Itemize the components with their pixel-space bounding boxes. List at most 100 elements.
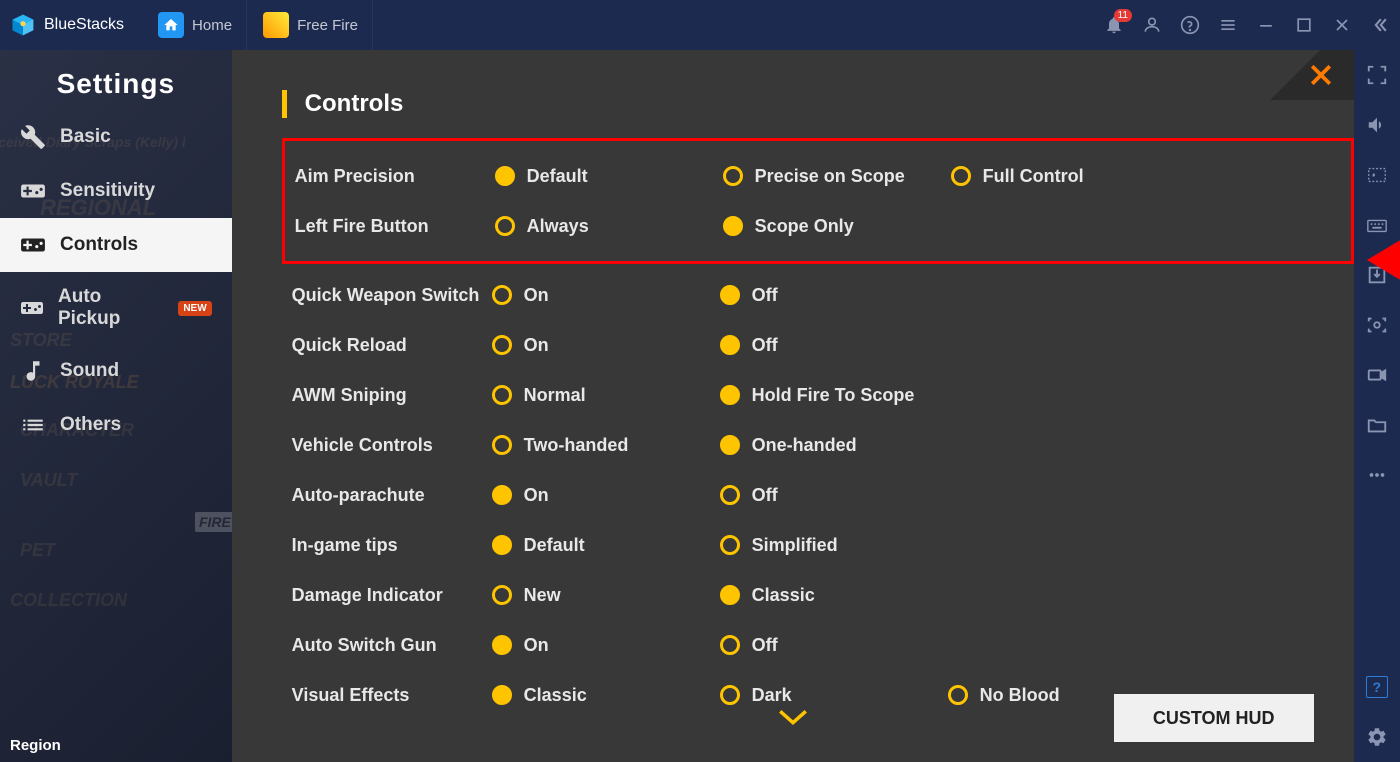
option-label: Always bbox=[527, 216, 589, 237]
list-icon bbox=[20, 412, 46, 438]
settings-rows: Quick Weapon SwitchOnOffQuick ReloadOnOf… bbox=[232, 264, 1354, 720]
sidebar-item-auto-pickup[interactable]: Auto Pickup NEW bbox=[0, 272, 232, 344]
volume-icon[interactable] bbox=[1366, 114, 1388, 136]
radio-option[interactable]: Scope Only bbox=[723, 216, 951, 237]
radio-option[interactable]: Off bbox=[720, 635, 948, 656]
option-label: Classic bbox=[752, 585, 815, 606]
settings-row: Auto Switch GunOn Off bbox=[232, 620, 1354, 670]
record-icon[interactable] bbox=[1366, 364, 1388, 386]
help-box-icon[interactable]: ? bbox=[1366, 676, 1388, 698]
tabs-container: Home Free Fire bbox=[144, 0, 373, 50]
radio-icon bbox=[720, 435, 740, 455]
option-label: Simplified bbox=[752, 535, 838, 556]
option-label: Scope Only bbox=[755, 216, 854, 237]
close-settings-button[interactable] bbox=[1264, 50, 1354, 100]
titlebar: BlueStacks Home Free Fire 11 bbox=[0, 0, 1400, 50]
menu-icon[interactable] bbox=[1218, 15, 1238, 35]
radio-icon bbox=[492, 485, 512, 505]
settings-row: Quick ReloadOnOff bbox=[232, 320, 1354, 370]
radio-icon bbox=[492, 385, 512, 405]
radio-icon bbox=[495, 166, 515, 186]
screenshot-icon[interactable] bbox=[1366, 314, 1388, 336]
gamepad-icon bbox=[20, 295, 44, 321]
radio-option[interactable]: On bbox=[492, 285, 720, 306]
more-icon[interactable] bbox=[1366, 464, 1388, 486]
radio-icon bbox=[720, 485, 740, 505]
row-label: Visual Effects bbox=[292, 685, 492, 706]
row-label: AWM Sniping bbox=[292, 385, 492, 406]
radio-icon bbox=[720, 335, 740, 355]
gear-icon[interactable] bbox=[1366, 726, 1388, 748]
radio-icon bbox=[720, 585, 740, 605]
fullscreen-icon[interactable] bbox=[1366, 64, 1388, 86]
content-panel: Controls Aim Precision Default Precise on … bbox=[232, 50, 1354, 762]
maximize-icon[interactable] bbox=[1294, 15, 1314, 35]
radio-option[interactable]: Normal bbox=[492, 385, 720, 406]
radio-icon bbox=[720, 685, 740, 705]
radio-option[interactable]: Off bbox=[720, 485, 948, 506]
keyboard-icon[interactable] bbox=[1366, 214, 1388, 236]
bell-icon[interactable]: 11 bbox=[1104, 15, 1124, 35]
sidebar-item-controls[interactable]: Controls bbox=[0, 218, 232, 272]
radio-option[interactable]: Simplified bbox=[720, 535, 948, 556]
accent-bar bbox=[282, 90, 287, 118]
tab-free-fire[interactable]: Free Fire bbox=[249, 0, 373, 50]
radio-option[interactable]: Always bbox=[495, 216, 723, 237]
radio-option[interactable]: One-handed bbox=[720, 435, 948, 456]
tab-label: Free Fire bbox=[297, 17, 358, 34]
sidebar-item-sound[interactable]: Sound bbox=[0, 344, 232, 398]
radio-option[interactable]: Default bbox=[492, 535, 720, 556]
row-label: Auto Switch Gun bbox=[292, 635, 492, 656]
help-icon[interactable] bbox=[1180, 15, 1200, 35]
sidebar-item-basic[interactable]: Basic bbox=[0, 110, 232, 164]
keymap-icon[interactable] bbox=[1366, 164, 1388, 186]
sidebar-item-sensitivity[interactable]: Sensitivity bbox=[0, 164, 232, 218]
option-label: On bbox=[524, 285, 549, 306]
custom-hud-button[interactable]: CUSTOM HUD bbox=[1114, 694, 1314, 742]
tab-home[interactable]: Home bbox=[144, 0, 247, 50]
settings-title: Settings bbox=[0, 50, 232, 110]
radio-option[interactable]: New bbox=[492, 585, 720, 606]
radio-option[interactable]: Classic bbox=[492, 685, 720, 706]
radio-option[interactable]: On bbox=[492, 635, 720, 656]
settings-row: Damage Indicator New Classic bbox=[232, 570, 1354, 620]
radio-icon bbox=[951, 166, 971, 186]
radio-option[interactable]: Classic bbox=[720, 585, 948, 606]
home-icon bbox=[158, 12, 184, 38]
option-label: Classic bbox=[524, 685, 587, 706]
radio-option[interactable]: On bbox=[492, 485, 720, 506]
minimize-icon[interactable] bbox=[1256, 15, 1276, 35]
close-icon[interactable] bbox=[1332, 15, 1352, 35]
user-icon[interactable] bbox=[1142, 15, 1162, 35]
radio-option[interactable]: Precise on Scope bbox=[723, 166, 951, 187]
radio-option[interactable]: Off bbox=[720, 285, 948, 306]
radio-option[interactable]: On bbox=[492, 335, 720, 356]
option-label: New bbox=[524, 585, 561, 606]
radio-icon bbox=[723, 166, 743, 186]
radio-option[interactable]: Hold Fire To Scope bbox=[720, 385, 948, 406]
settings-row: AWM SnipingNormalHold Fire To Scope bbox=[232, 370, 1354, 420]
radio-option[interactable]: Dark bbox=[720, 685, 948, 706]
radio-icon bbox=[492, 585, 512, 605]
sidebar-item-label: Auto Pickup bbox=[58, 286, 160, 330]
settings-row: Auto-parachuteOnOff bbox=[232, 470, 1354, 520]
radio-option[interactable]: Default bbox=[495, 166, 723, 187]
option-label: Default bbox=[524, 535, 585, 556]
sidebar-item-others[interactable]: Others bbox=[0, 398, 232, 452]
radio-option[interactable]: Full Control bbox=[951, 166, 1179, 187]
scroll-down-indicator[interactable] bbox=[776, 707, 810, 732]
folder-icon[interactable] bbox=[1366, 414, 1388, 436]
row-label: Damage Indicator bbox=[292, 585, 492, 606]
row-label: Aim Precision bbox=[295, 166, 495, 187]
install-apk-icon[interactable] bbox=[1366, 264, 1388, 286]
content-title: Controls bbox=[305, 90, 404, 118]
option-label: Default bbox=[527, 166, 588, 187]
collapse-icon[interactable] bbox=[1370, 15, 1390, 35]
tab-label: Home bbox=[192, 17, 232, 34]
radio-option[interactable]: Off bbox=[720, 335, 948, 356]
row-label: Quick Weapon Switch bbox=[292, 285, 492, 306]
app-logo-area: BlueStacks bbox=[10, 12, 124, 38]
radio-option[interactable]: Two-handed bbox=[492, 435, 720, 456]
option-label: Off bbox=[752, 635, 778, 656]
bluestacks-logo-icon bbox=[10, 12, 36, 38]
